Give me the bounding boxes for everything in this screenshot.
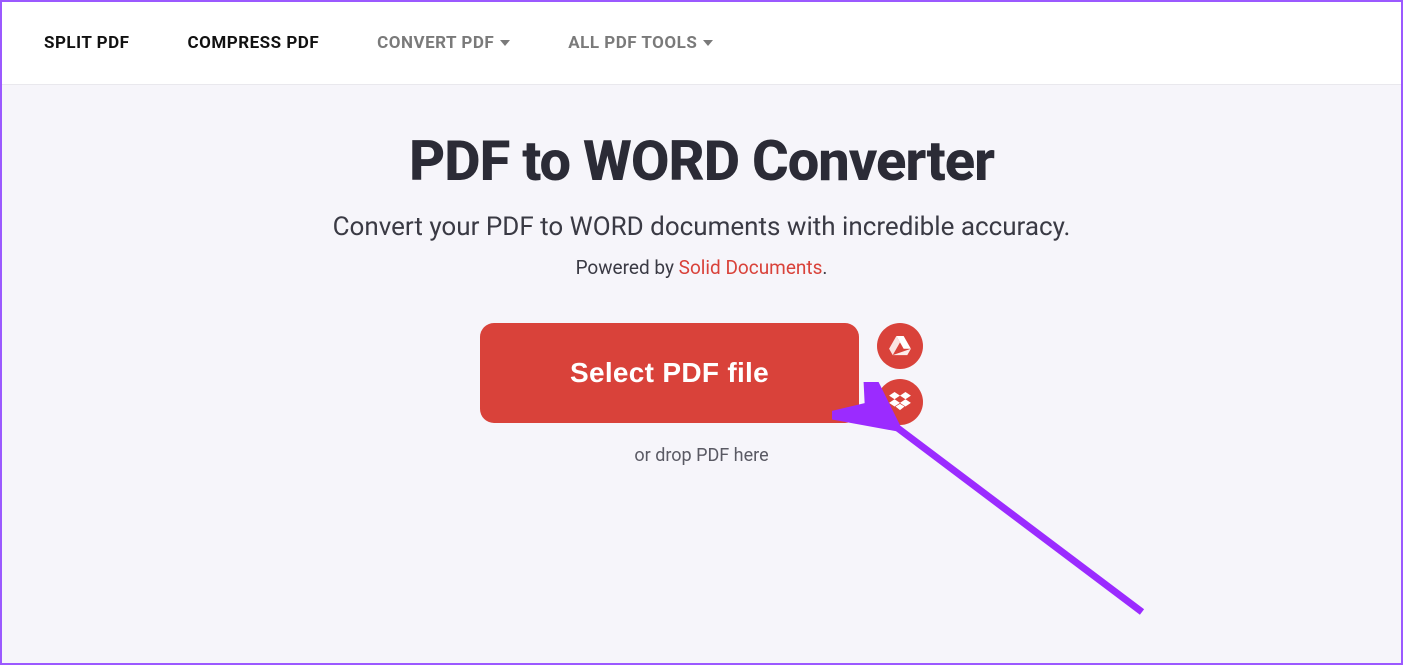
nav-split-label: SPLIT PDF <box>44 33 130 53</box>
dropbox-button[interactable] <box>877 379 923 425</box>
upload-row: Select PDF file <box>2 323 1401 425</box>
page-title: PDF to WORD Converter <box>2 128 1401 194</box>
hero-section: PDF to WORD Converter Convert your PDF t… <box>2 84 1401 466</box>
select-pdf-button[interactable]: Select PDF file <box>480 323 859 423</box>
nav-compress-label: COMPRESS PDF <box>188 33 320 53</box>
powered-by-link[interactable]: Solid Documents <box>679 256 823 279</box>
google-drive-icon <box>889 336 911 356</box>
powered-suffix: . <box>822 256 827 279</box>
nav-all-tools-label: ALL PDF TOOLS <box>568 33 697 53</box>
powered-by-line: Powered by Solid Documents. <box>2 256 1401 279</box>
chevron-down-icon <box>500 40 510 46</box>
page-subtitle: Convert your PDF to WORD documents with … <box>2 212 1401 242</box>
google-drive-button[interactable] <box>877 323 923 369</box>
nav-convert-pdf[interactable]: CONVERT PDF <box>377 33 510 53</box>
cloud-import-buttons <box>877 323 923 425</box>
chevron-down-icon <box>703 40 713 46</box>
top-navigation: SPLIT PDF COMPRESS PDF CONVERT PDF ALL P… <box>2 2 1401 84</box>
drop-hint: or drop PDF here <box>2 445 1401 466</box>
nav-compress-pdf[interactable]: COMPRESS PDF <box>188 33 320 53</box>
dropbox-icon <box>889 392 911 412</box>
powered-prefix: Powered by <box>576 256 679 279</box>
nav-convert-label: CONVERT PDF <box>377 33 494 53</box>
nav-split-pdf[interactable]: SPLIT PDF <box>44 33 130 53</box>
nav-all-pdf-tools[interactable]: ALL PDF TOOLS <box>568 33 713 53</box>
